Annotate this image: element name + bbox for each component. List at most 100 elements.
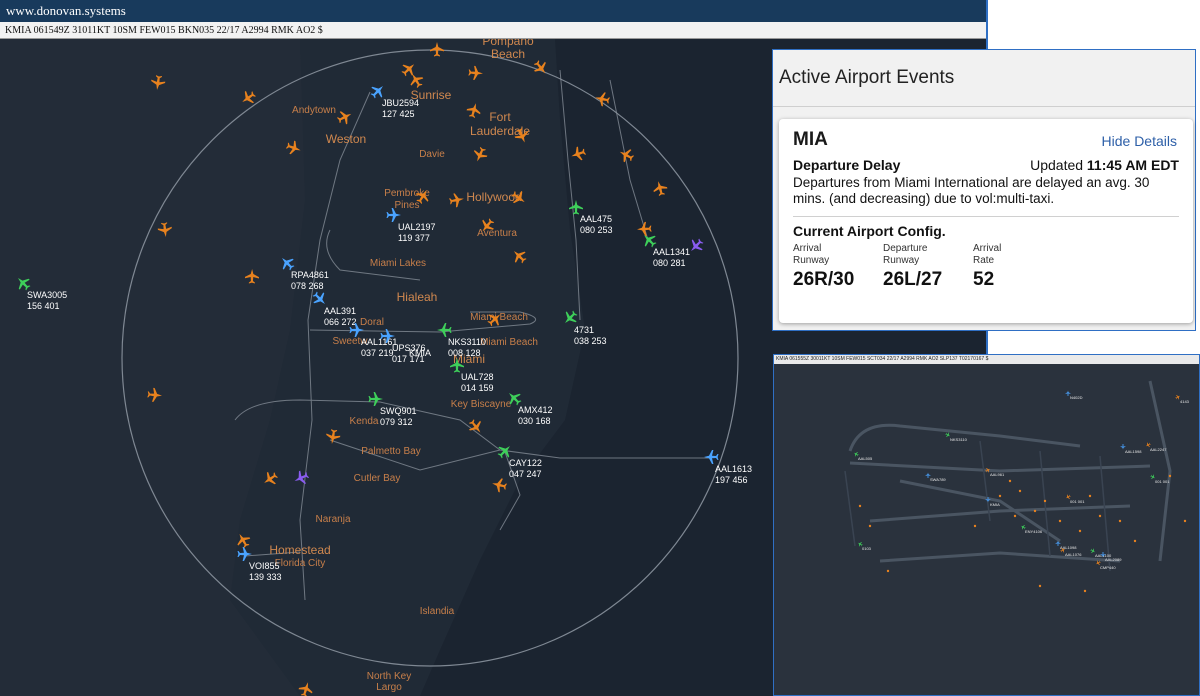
mini-aircraft-label: 001 001 — [1155, 479, 1170, 484]
aircraft-callsign[interactable]: RPA4861 — [291, 270, 329, 280]
event-updated: Updated 11:45 AM EDT — [1030, 157, 1179, 173]
aircraft-info: 030 168 — [518, 416, 551, 426]
mini-vehicle-marker — [868, 524, 872, 528]
city-label: Naranja — [315, 514, 350, 525]
city-label: Andytown — [292, 105, 336, 116]
airport-surface-map-window[interactable]: KMIA 061555Z 30011KT 10SM FEW015 SCT034 … — [773, 354, 1200, 696]
aircraft-callsign[interactable]: 4731 — [574, 325, 594, 335]
config-arrival-runway: Arrival Runway 26R/30 — [793, 243, 883, 291]
mini-vehicle-marker — [1038, 584, 1042, 588]
mini-vehicle-marker — [1183, 519, 1187, 523]
config-value: 52 — [973, 269, 995, 290]
aircraft-info: 014 159 — [461, 383, 494, 393]
city-label: Pines — [394, 200, 419, 211]
city-label: Florida City — [275, 558, 326, 569]
updated-time: 11:45 AM EDT — [1086, 157, 1179, 173]
mini-vehicle-marker — [998, 494, 1002, 498]
event-header-row: Departure Delay Updated 11:45 AM EDT — [793, 157, 1179, 173]
city-label: Cutler Bay — [354, 473, 401, 484]
airport-events-panel: Active Airport Events MIA Hide Details D… — [772, 49, 1196, 331]
mini-vehicle-marker — [858, 504, 862, 508]
city-label: Miami Beach — [480, 337, 538, 348]
mini-aircraft-label: 001 001 — [1070, 499, 1085, 504]
hide-details-link[interactable]: Hide Details — [1102, 133, 1177, 149]
aircraft-info: 156 401 — [27, 301, 60, 311]
event-card: MIA Hide Details Departure Delay Updated… — [779, 119, 1193, 323]
metar-bar: KMIA 061549Z 31011KT 10SM FEW015 BKN035 … — [0, 22, 986, 39]
aircraft-callsign[interactable]: SWA3005 — [27, 290, 67, 300]
mini-aircraft-label: NKS3110 — [950, 437, 968, 442]
mini-aircraft-label: ENY4106 — [1025, 529, 1043, 534]
aircraft-callsign[interactable]: NKS3110 — [448, 337, 486, 347]
mini-vehicle-marker — [1018, 489, 1022, 493]
city-label: Miami Lakes — [370, 258, 426, 269]
aircraft-info: 119 377 — [398, 233, 430, 243]
mini-vehicle-marker — [1168, 474, 1172, 478]
mini-aircraft-label: AAL961 — [990, 472, 1005, 477]
aircraft-callsign[interactable]: SWQ901 — [380, 406, 417, 416]
mini-aircraft-label: CMP440 — [1100, 565, 1116, 570]
mini-aircraft-label: AAL1598 — [1125, 449, 1142, 454]
airport-surface-map[interactable]: N402D 4143 NKS3110 AAL1598 AAL2247 AAL505 SWA7… — [774, 364, 1199, 695]
city-label: Fort — [489, 110, 511, 124]
mini-aircraft-label: AAL2089 — [1105, 557, 1122, 562]
aircraft-callsign[interactable]: AAL1613 — [715, 464, 752, 474]
aircraft-callsign[interactable]: AAL475 — [580, 214, 612, 224]
event-description: Departures from Miami International are … — [793, 175, 1150, 206]
aircraft-callsign[interactable]: JBU2594 — [382, 98, 419, 108]
config-label: Runway — [793, 255, 830, 266]
aircraft-callsign[interactable]: UAL728 — [461, 372, 494, 382]
aircraft-info: 079 312 — [380, 417, 413, 427]
mini-vehicle-marker — [1013, 514, 1017, 518]
aircraft-info: 038 253 — [574, 336, 607, 346]
mini-vehicle-marker — [1088, 494, 1092, 498]
divider — [793, 216, 1179, 217]
city-label: Kenda — [350, 416, 379, 427]
aircraft-info: 047 247 — [509, 469, 542, 479]
mini-vehicle-marker — [1033, 509, 1037, 513]
city-label: Davie — [419, 149, 445, 160]
city-label: Weston — [326, 132, 366, 146]
config-departure-runway: Departure Runway 26L/27 — [883, 243, 973, 291]
city-label: Palmetto Bay — [361, 446, 420, 457]
config-label: Arrival — [973, 243, 1002, 254]
mini-aircraft-label: 4143 — [1180, 399, 1190, 404]
city-label: Homestead — [269, 543, 330, 557]
config-title: Current Airport Config. — [793, 223, 946, 239]
aircraft-callsign[interactable]: AAL391 — [324, 306, 356, 316]
mini-aircraft-label: N402D — [1070, 395, 1083, 400]
aircraft-info: 037 219 — [361, 348, 394, 358]
updated-prefix: Updated — [1030, 157, 1084, 173]
site-title-bar: www.donovan.systems — [0, 0, 986, 22]
aircraft-callsign[interactable]: AMX412 — [518, 405, 553, 415]
aircraft-callsign[interactable]: AAL1341 — [653, 247, 690, 257]
city-label: Islandia — [420, 606, 455, 617]
aircraft-info: 078 268 — [291, 281, 324, 291]
city-label: North Key — [367, 671, 411, 682]
config-arrival-rate: Arrival Rate 52 — [973, 243, 1063, 291]
mini-vehicle-marker — [1058, 519, 1062, 523]
aircraft-callsign[interactable]: UAL2197 — [398, 222, 436, 232]
aircraft-info: 008 128 — [448, 348, 481, 358]
mini-aircraft-label: AAL1076 — [1065, 552, 1082, 557]
aircraft-callsign[interactable]: VOI855 — [249, 561, 280, 571]
city-label: Aventura — [477, 228, 517, 239]
mini-aircraft-label: KMIA — [990, 502, 1000, 507]
city-label: Hialeah — [397, 290, 438, 304]
aircraft-info: 066 272 — [324, 317, 357, 327]
config-label: Arrival — [793, 243, 822, 254]
mini-vehicle-marker — [973, 524, 977, 528]
aircraft-info: 080 281 — [653, 258, 686, 268]
aircraft-info: 197 456 — [715, 475, 748, 485]
aircraft-info: 127 425 — [382, 109, 415, 119]
aircraft-info: 080 253 — [580, 225, 613, 235]
mini-vehicle-marker — [886, 569, 890, 573]
mini-metar-bar: KMIA 061555Z 30011KT 10SM FEW015 SCT034 … — [774, 355, 1199, 364]
airport-label: KMIA — [409, 348, 431, 358]
city-label: Doral — [360, 317, 384, 328]
config-label: Runway — [883, 255, 920, 266]
site-title: www.donovan.systems — [6, 3, 126, 18]
config-columns: Arrival Runway 26R/30 Departure Runway 2… — [793, 243, 1179, 291]
aircraft-callsign[interactable]: CAY122 — [509, 458, 542, 468]
config-label: Rate — [973, 255, 995, 266]
